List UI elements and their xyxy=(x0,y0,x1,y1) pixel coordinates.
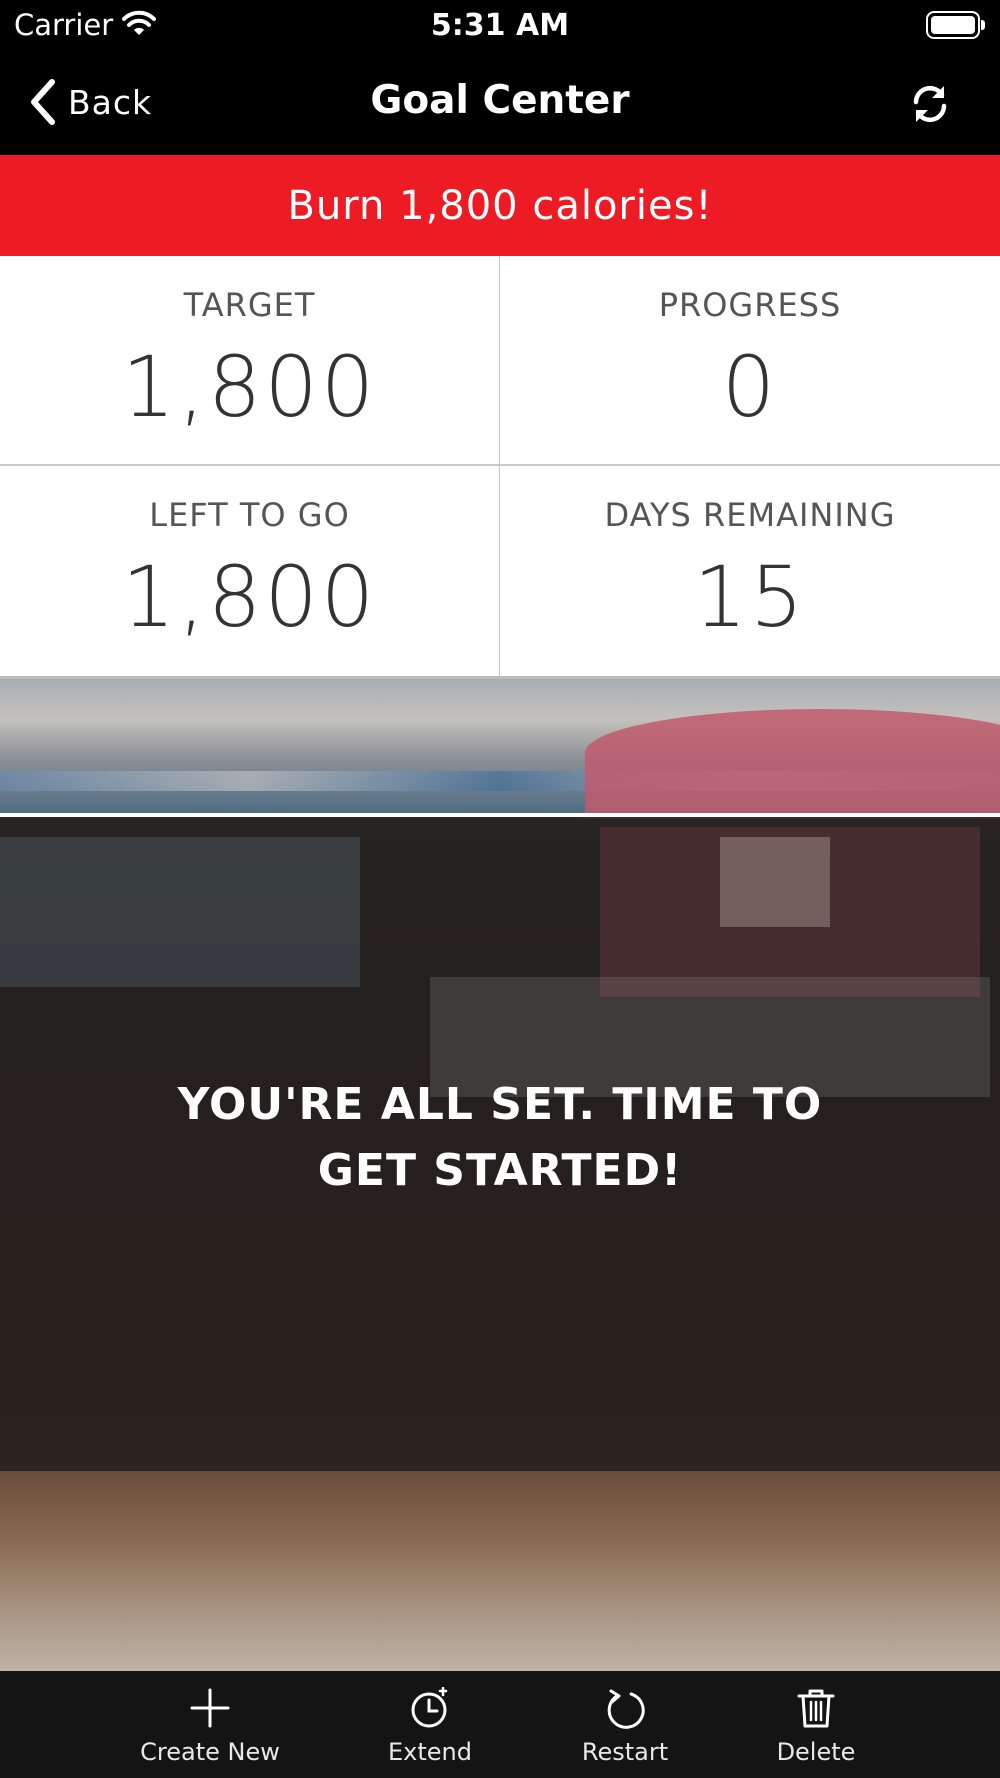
delete-button[interactable]: Delete xyxy=(726,1671,906,1778)
extend-button[interactable]: Extend xyxy=(340,1671,520,1778)
message-panel: YOU'RE ALL SET. TIME TO GET STARTED! xyxy=(0,817,1000,1471)
stat-progress-value: 0 xyxy=(721,338,779,436)
trash-icon xyxy=(797,1689,835,1728)
restart-icon xyxy=(607,1689,645,1729)
stat-left-to-go-value: 1,800 xyxy=(121,548,378,646)
plus-icon xyxy=(190,1688,230,1728)
status-time: 5:31 AM xyxy=(430,8,570,43)
restart-label: Restart xyxy=(581,1738,669,1766)
stat-days-remaining-label: DAYS REMAINING xyxy=(604,496,896,534)
stat-target-value: 1,800 xyxy=(121,338,378,436)
refresh-icon[interactable] xyxy=(906,80,954,128)
delete-label: Delete xyxy=(776,1738,856,1766)
extend-label: Extend xyxy=(388,1738,472,1766)
create-new-label: Create New xyxy=(140,1738,280,1766)
message-line-1: YOU'RE ALL SET. TIME TO xyxy=(177,1079,823,1130)
message-line-2: GET STARTED! xyxy=(317,1145,683,1196)
stat-days-remaining-value: 15 xyxy=(693,548,807,646)
stat-progress-label: PROGRESS xyxy=(658,286,842,324)
stat-left-to-go-label: LEFT TO GO xyxy=(149,496,350,534)
stat-target: TARGET 1,800 xyxy=(0,256,500,466)
stat-target-label: TARGET xyxy=(183,286,316,324)
stat-left-to-go: LEFT TO GO 1,800 xyxy=(0,466,500,676)
navigation-bar: Back Goal Center xyxy=(0,50,1000,155)
background-photo: YOU'RE ALL SET. TIME TO GET STARTED! xyxy=(0,679,1000,1671)
alarm-clock-icon xyxy=(411,1687,448,1728)
stat-progress: PROGRESS 0 xyxy=(500,256,1000,466)
status-bar: Carrier 5:31 AM xyxy=(0,0,1000,50)
stats-grid: TARGET 1,800 PROGRESS 0 LEFT TO GO 1,800… xyxy=(0,256,1000,676)
stat-days-remaining: DAYS REMAINING 15 xyxy=(500,466,1000,676)
battery-icon xyxy=(926,11,986,39)
photo-header-strip xyxy=(0,679,1000,819)
create-new-button[interactable]: Create New xyxy=(120,1671,300,1778)
photo-floor-strip xyxy=(0,1471,1000,1671)
goal-banner: Burn 1,800 calories! xyxy=(0,155,1000,256)
restart-button[interactable]: Restart xyxy=(535,1671,715,1778)
get-started-message: YOU'RE ALL SET. TIME TO GET STARTED! xyxy=(150,1072,850,1204)
bottom-toolbar: Create New Extend Restart Delete xyxy=(0,1671,1000,1778)
page-title: Goal Center xyxy=(370,78,630,123)
